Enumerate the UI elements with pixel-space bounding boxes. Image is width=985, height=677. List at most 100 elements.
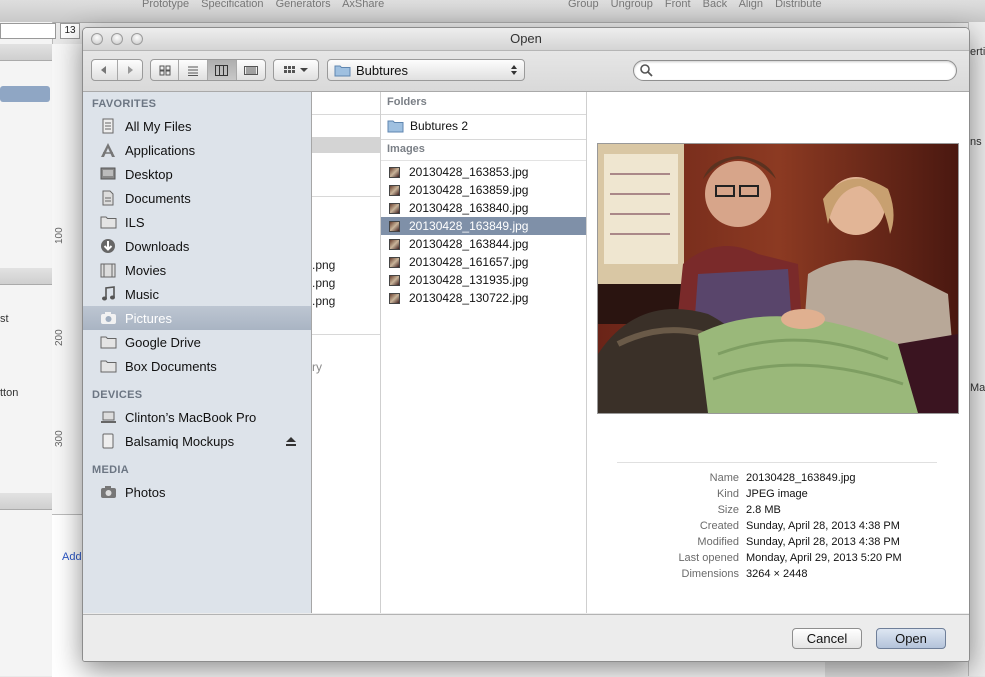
image-file-name: 20130428_163859.jpg	[409, 183, 529, 197]
image-file-name: 20130428_161657.jpg	[409, 255, 529, 269]
sidebar-item-ils[interactable]: ILS	[83, 210, 311, 234]
menu-group[interactable]: Group	[568, 0, 599, 10]
close-window-button[interactable]	[91, 33, 103, 45]
sidebar-item-balsamiq-mockups[interactable]: Balsamiq Mockups	[83, 429, 311, 453]
search-input[interactable]	[656, 63, 950, 80]
list-view-button[interactable]	[179, 60, 208, 80]
background-font-size[interactable]: 13	[60, 23, 80, 39]
menu-align[interactable]: Align	[739, 0, 763, 10]
divider	[381, 139, 586, 140]
ruler-tick: 200	[54, 329, 65, 346]
music-icon	[99, 286, 117, 302]
eject-icon[interactable]	[285, 436, 297, 446]
image-row[interactable]: 20130428_161657.jpg	[381, 253, 586, 271]
images-header: Images	[387, 143, 425, 155]
image-thumbnail-icon	[389, 256, 400, 268]
back-forward-control	[91, 59, 143, 81]
background-font-combo[interactable]	[0, 23, 56, 39]
icon-view-button[interactable]	[151, 60, 180, 80]
folder-name: Bubtures 2	[410, 119, 469, 133]
arrange-button-face[interactable]	[274, 60, 318, 80]
image-row[interactable]: 20130428_163840.jpg	[381, 199, 586, 217]
sidebar-item-label: Pictures	[125, 310, 172, 326]
background-left-panel	[0, 22, 53, 676]
divider	[312, 334, 380, 335]
sidebar-item-music[interactable]: Music	[83, 282, 311, 306]
sidebar-item-macbook-pro[interactable]: Clinton’s MacBook Pro	[83, 405, 311, 429]
image-file-name: 20130428_130722.jpg	[409, 291, 529, 305]
info-label-created: Created	[699, 520, 739, 532]
folder-icon	[99, 214, 117, 230]
image-row[interactable]: 20130428_131935.jpg	[381, 271, 586, 289]
info-separator	[617, 462, 937, 463]
image-file-name: 20130428_163844.jpg	[409, 237, 529, 251]
sidebar: FAVORITES All My Files Applications Desk…	[83, 92, 312, 613]
info-label-modified: Modified	[697, 536, 739, 548]
sidebar-item-documents[interactable]: Documents	[83, 186, 311, 210]
column-view-icon	[215, 64, 229, 76]
sidebar-item-desktop[interactable]: Desktop	[83, 162, 311, 186]
search-field[interactable]	[633, 60, 957, 81]
sidebar-item-google-drive[interactable]: Google Drive	[83, 330, 311, 354]
sidebar-item-photos[interactable]: Photos	[83, 480, 311, 504]
dialog-toolbar: Bubtures	[83, 51, 969, 92]
list-view-icon	[187, 66, 198, 76]
menu-axshare[interactable]: AxShare	[342, 0, 384, 10]
path-popup-label: Bubtures	[356, 62, 409, 78]
image-row[interactable]: 20130428_163859.jpg	[381, 181, 586, 199]
folders-section: Folders	[381, 92, 586, 115]
info-value-created: Sunday, April 28, 2013 4:38 PM	[746, 520, 900, 532]
minimize-window-button[interactable]	[111, 33, 123, 45]
sidebar-item-box-documents[interactable]: Box Documents	[83, 354, 311, 378]
image-row-selected[interactable]: 20130428_163849.jpg	[381, 217, 586, 235]
background-menu-right: Group Ungroup Front Back Align Distribut…	[568, 0, 831, 10]
forward-button[interactable]	[118, 60, 143, 80]
menu-specification[interactable]: Specification	[201, 0, 263, 10]
sidebar-item-label: Downloads	[125, 238, 190, 254]
info-value-size: 2.8 MB	[746, 504, 781, 516]
chevron-down-icon	[300, 68, 308, 72]
menu-distribute[interactable]: Distribute	[775, 0, 821, 10]
partial-file-name: .png	[312, 294, 336, 308]
background-add-link[interactable]: Add	[62, 551, 82, 563]
back-button[interactable]	[92, 60, 118, 80]
image-thumbnail-icon	[389, 274, 400, 286]
background-ruler: 100 200 300 400	[52, 44, 83, 549]
menu-generators[interactable]: Generators	[276, 0, 331, 10]
path-popup[interactable]: Bubtures	[327, 59, 525, 81]
info-value-dimensions: 3264 × 2448	[746, 568, 808, 580]
info-value-name: 20130428_163849.jpg	[746, 472, 856, 484]
back-arrow-icon	[101, 66, 107, 74]
image-row[interactable]: 20130428_130722.jpg	[381, 289, 586, 307]
browser-column-parent[interactable]: .png .png .png ry	[312, 92, 381, 613]
menu-ungroup[interactable]: Ungroup	[611, 0, 653, 10]
info-label-last-opened: Last opened	[678, 552, 739, 564]
column-view-button[interactable]	[207, 60, 237, 80]
browser-column-files: Folders Bubtures 2 Images 20130428_16385…	[381, 92, 587, 613]
dialog-title: Open	[510, 31, 542, 46]
favorites-header: FAVORITES	[92, 98, 157, 110]
sidebar-item-applications[interactable]: Applications	[83, 138, 311, 162]
laptop-icon	[99, 409, 117, 425]
cancel-button[interactable]: Cancel	[792, 628, 862, 649]
sidebar-item-label: Movies	[125, 262, 167, 278]
menu-front[interactable]: Front	[665, 0, 691, 10]
menu-prototype[interactable]: Prototype	[142, 0, 189, 10]
image-file-name: 20130428_163853.jpg	[409, 165, 529, 179]
image-thumbnail-icon	[389, 220, 400, 232]
sidebar-item-movies[interactable]: Movies	[83, 258, 311, 282]
cover-flow-button[interactable]	[237, 60, 265, 80]
arrange-button[interactable]	[273, 59, 319, 81]
sidebar-item-downloads[interactable]: Downloads	[83, 234, 311, 258]
background-right-panel: erti ns Ma	[968, 22, 985, 676]
folder-row[interactable]: Bubtures 2	[381, 117, 586, 135]
sidebar-item-all-my-files[interactable]: All My Files	[83, 114, 311, 138]
menu-back[interactable]: Back	[703, 0, 727, 10]
info-value-kind: JPEG image	[746, 488, 808, 500]
image-row[interactable]: 20130428_163844.jpg	[381, 235, 586, 253]
open-button[interactable]: Open	[876, 628, 946, 649]
zoom-window-button[interactable]	[131, 33, 143, 45]
image-row[interactable]: 20130428_163853.jpg	[381, 163, 586, 181]
background-menu-left: Prototype Specification Generators AxSha…	[142, 0, 393, 10]
sidebar-item-pictures[interactable]: Pictures	[83, 306, 311, 330]
